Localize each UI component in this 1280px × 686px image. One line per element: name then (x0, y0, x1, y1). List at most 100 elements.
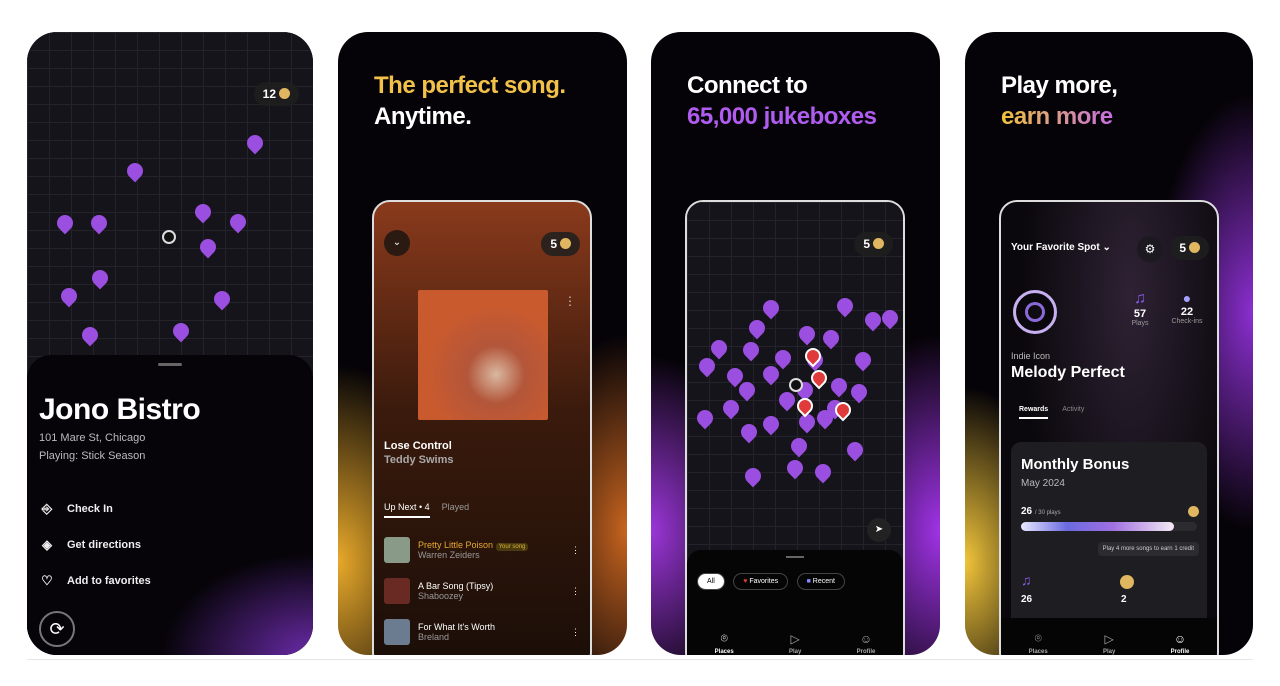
label: Profile (856, 648, 876, 655)
divider (27, 659, 1253, 660)
coin-count: 5 (863, 237, 870, 251)
filter-all[interactable]: All (697, 573, 725, 590)
map-pin[interactable] (707, 336, 731, 360)
refresh-icon[interactable]: ⟳ (39, 611, 75, 647)
record-icon (1013, 290, 1057, 334)
thumbnail (384, 578, 410, 604)
map-pin[interactable] (741, 464, 765, 488)
play-icon: ▷ (1104, 631, 1114, 646)
music-note-icon: ♫ (1021, 572, 1032, 588)
queue-tabs: Up Next • 4 Played (384, 502, 469, 518)
map-pin[interactable] (851, 348, 875, 372)
screenshot-venue: 12 Jono Bistro 101 Mare St, Chicago Play… (27, 32, 313, 655)
map-pin[interactable] (78, 323, 102, 347)
label: Favorites (749, 578, 779, 585)
map-pin[interactable] (847, 380, 871, 404)
map-pin[interactable] (795, 322, 819, 346)
coin-icon (873, 238, 884, 249)
tab-activity[interactable]: Activity (1062, 406, 1084, 419)
coin-badge: 5 (541, 232, 580, 256)
map-pin[interactable] (793, 394, 817, 418)
label: Your Favorite Spot (1011, 242, 1100, 253)
monthly-bonus-card: Monthly Bonus May 2024 26 / 30 plays Pla… (1011, 442, 1207, 642)
tab-rewards[interactable]: Rewards (1019, 406, 1049, 419)
locate-icon[interactable]: ➤ (867, 518, 891, 542)
track-artist: Shaboozey (418, 591, 464, 601)
coin-icon (1189, 242, 1200, 253)
map-pin[interactable] (833, 294, 857, 318)
map-pin[interactable] (196, 235, 220, 259)
queue-item[interactable]: Pretty Little Poison Your song Warren Zei… (384, 537, 580, 563)
map-pin[interactable] (827, 374, 851, 398)
more-icon[interactable]: ⋮ (571, 627, 580, 638)
tab-played[interactable]: Played (442, 502, 470, 518)
tab-play[interactable]: ▷ Play (1103, 632, 1115, 655)
map-pin[interactable] (787, 434, 811, 458)
tab-places[interactable]: ⌾ Places (715, 631, 734, 655)
tab-up-next[interactable]: Up Next • 4 (384, 502, 430, 518)
label: Places (714, 649, 734, 655)
headline: Play more, earn more (1001, 70, 1118, 132)
user-location-icon (789, 378, 803, 392)
map-pin[interactable] (843, 438, 867, 462)
map-pin[interactable] (759, 412, 783, 436)
map-pin[interactable] (210, 287, 234, 311)
gear-icon[interactable]: ⚙ (1137, 236, 1163, 262)
tab-profile[interactable]: ☺ Profile (1171, 632, 1190, 655)
phone-frame: 5 ➤ All ♥ Favorites ■ Recent ⌾ Places ▷ Pl… (685, 200, 905, 655)
more-icon[interactable]: ⋮ (571, 586, 580, 597)
more-icon[interactable]: ⋮ (564, 294, 576, 308)
screenshot-map: Connect to 65,000 jukeboxes 5 ➤ All ♥ Fav… (651, 32, 940, 655)
map-pin[interactable] (759, 296, 783, 320)
filter-recent[interactable]: ■ Recent (796, 573, 845, 590)
map-pin[interactable] (243, 131, 267, 155)
headline-line-1: Play more, (1001, 72, 1118, 99)
location-pin-icon: ⌾ (720, 631, 728, 645)
filter-favorites[interactable]: ♥ Favorites (733, 573, 789, 590)
label: Add to favorites (67, 575, 151, 587)
coin-icon (1120, 575, 1134, 589)
map-pin[interactable] (811, 460, 835, 484)
map-pin[interactable] (771, 346, 795, 370)
map-pin[interactable] (123, 159, 147, 183)
map-pin[interactable] (169, 319, 193, 343)
coin-icon (1188, 506, 1199, 517)
chevron-down-icon[interactable]: ⌄ (384, 230, 410, 256)
map-pin[interactable] (719, 396, 743, 420)
coin-badge: 5 (854, 232, 893, 256)
venue-name: Jono Bistro (39, 393, 201, 426)
map-pin[interactable] (739, 338, 763, 362)
map-pin[interactable] (88, 266, 112, 290)
map-pin[interactable] (87, 211, 111, 235)
drag-handle[interactable] (158, 363, 182, 366)
map-pin[interactable] (819, 326, 843, 350)
queue-item[interactable]: A Bar Song (Tipsy) Shaboozey ⋮ (384, 578, 580, 604)
plays-stat: ♫ 57 Plays (1125, 290, 1155, 327)
map-pin[interactable] (745, 316, 769, 340)
song-title: Lose Control (384, 440, 452, 452)
map-pin[interactable] (53, 211, 77, 235)
map-pin[interactable] (191, 200, 215, 224)
tab-places[interactable]: ⌾ Places (1029, 631, 1048, 655)
check-in-button[interactable]: ⎆ Check In (39, 501, 113, 517)
bonus-title: Monthly Bonus (1021, 456, 1130, 473)
label: Profile (1170, 648, 1190, 655)
map-pin[interactable] (693, 406, 717, 430)
map-pin[interactable] (695, 354, 719, 378)
map-pin[interactable] (878, 306, 902, 330)
bonus-month: May 2024 (1021, 478, 1065, 489)
get-directions-button[interactable]: ◈ Get directions (39, 537, 141, 553)
progress-tooltip: Play 4 more songs to earn 1 credit (1097, 542, 1199, 556)
queue-item[interactable]: For What It's Worth Breland ⋮ (384, 619, 580, 645)
map-pin[interactable] (226, 210, 250, 234)
map-pin[interactable] (57, 284, 81, 308)
more-icon[interactable]: ⋮ (571, 545, 580, 556)
map-pin[interactable] (775, 388, 799, 412)
add-favorites-button[interactable]: ♡ Add to favorites (39, 573, 151, 589)
tab-profile[interactable]: ☺ Profile (857, 632, 876, 655)
spot-selector[interactable]: Your Favorite Spot ⌄ (1011, 242, 1111, 253)
drag-handle[interactable] (786, 556, 804, 558)
tab-play[interactable]: ▷ Play (789, 632, 801, 655)
map-pin[interactable] (783, 456, 807, 480)
map-pin[interactable] (737, 420, 761, 444)
